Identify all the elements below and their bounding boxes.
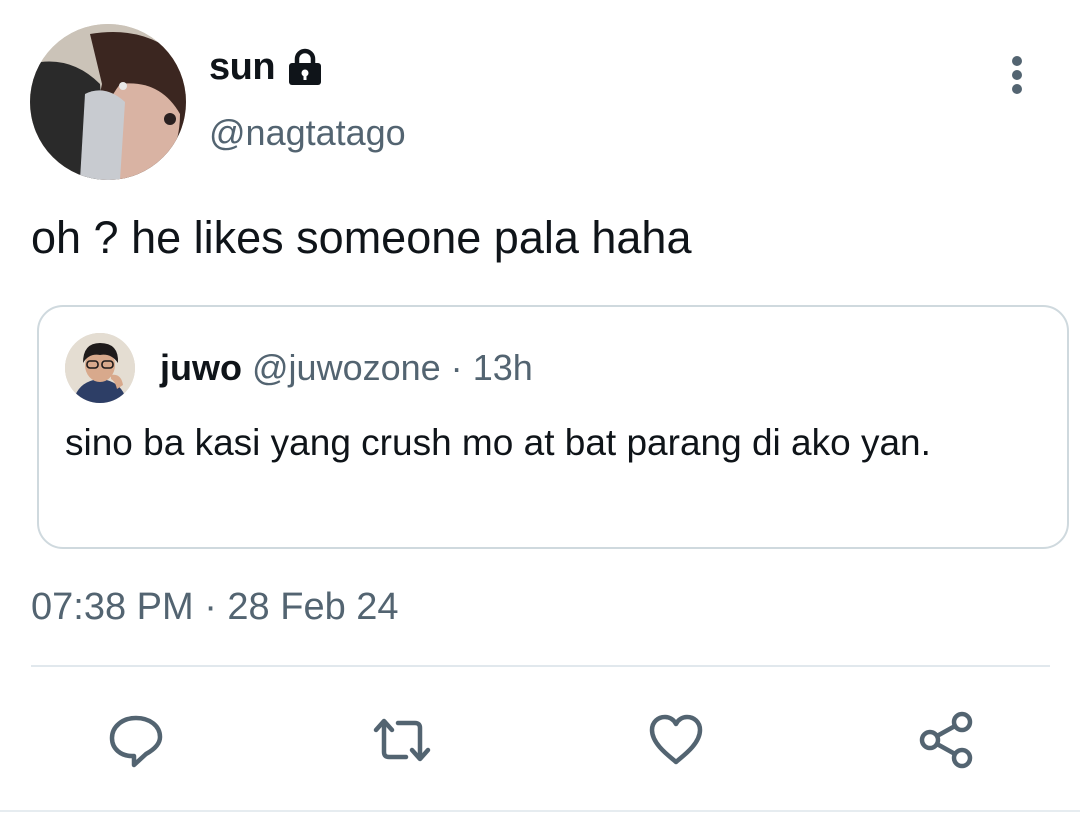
- author-avatar-image: [30, 24, 186, 180]
- quoted-author-avatar-image: [65, 333, 135, 403]
- retweet-icon: [373, 718, 431, 762]
- author-handle[interactable]: @nagtatago: [209, 112, 406, 154]
- share-button[interactable]: [914, 708, 978, 772]
- reply-icon: [109, 715, 163, 768]
- quoted-separator: ·: [450, 347, 463, 388]
- quoted-handle: @juwozone: [252, 347, 441, 388]
- share-icon: [919, 711, 973, 769]
- quoted-author-avatar: [65, 333, 135, 403]
- retweet-button[interactable]: [370, 708, 434, 772]
- tweet-text: oh ? he likes someone pala haha: [31, 212, 692, 263]
- tweet-timestamp: 07:38 PM · 28 Feb 24: [31, 586, 399, 628]
- reply-button[interactable]: [104, 708, 168, 772]
- like-icon: [649, 714, 703, 765]
- author-avatar[interactable]: [30, 24, 186, 180]
- quoted-display-name: juwo: [160, 347, 242, 388]
- lock-icon: [289, 48, 322, 85]
- like-button[interactable]: [644, 708, 708, 772]
- quoted-tweet-card[interactable]: juwo @juwozone · 13h sino ba kasi yang c…: [37, 305, 1069, 549]
- quoted-time: 13h: [472, 347, 533, 388]
- author-display-name: sun: [209, 46, 276, 88]
- more-options-button[interactable]: [994, 50, 1040, 100]
- quoted-tweet-text: sino ba kasi yang crush mo at bat parang…: [65, 422, 931, 463]
- quoted-tweet-header: juwo @juwozone · 13h: [160, 347, 533, 389]
- author-display-name-row: sun: [209, 46, 325, 89]
- more-vertical-icon: [1012, 56, 1022, 94]
- divider: [31, 665, 1050, 667]
- bottom-divider: [0, 810, 1080, 812]
